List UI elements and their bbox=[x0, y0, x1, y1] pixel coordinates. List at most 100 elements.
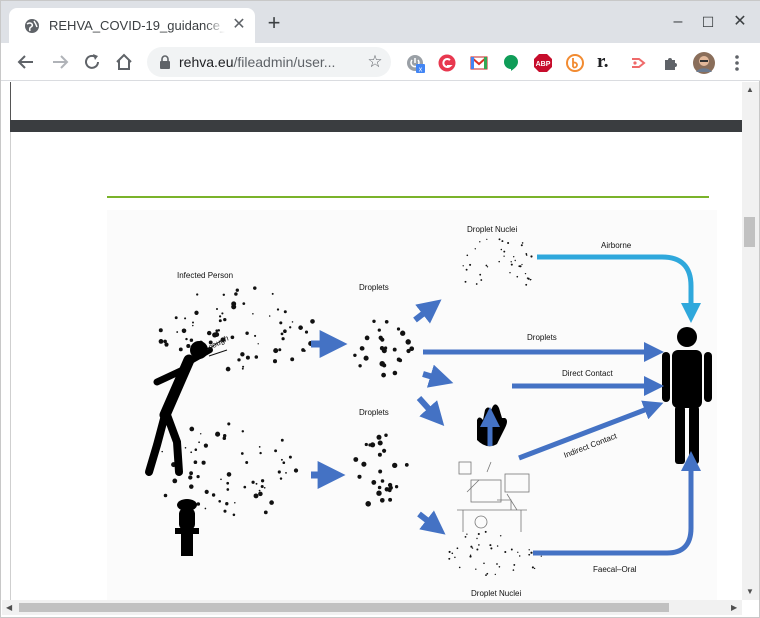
lock-icon[interactable] bbox=[159, 55, 171, 69]
droplet-dot bbox=[223, 509, 227, 513]
new-tab-button[interactable]: + bbox=[265, 12, 283, 34]
tab-rehva-guidance[interactable]: REHVA_COVID-19_guidance_document ✕ bbox=[9, 8, 255, 43]
droplet-dot bbox=[220, 478, 222, 481]
tab-close-icon[interactable]: ✕ bbox=[231, 17, 247, 33]
droplet-dot bbox=[529, 279, 532, 281]
vertical-scrollbar[interactable] bbox=[742, 82, 759, 600]
vertical-scroll-thumb[interactable] bbox=[744, 217, 755, 247]
droplet-dot bbox=[503, 255, 505, 257]
droplet-dot bbox=[521, 242, 524, 244]
scroll-left-arrow-icon[interactable]: ◀ bbox=[6, 603, 12, 613]
droplet-dot bbox=[528, 553, 531, 556]
droplet-dot bbox=[184, 447, 187, 449]
droplet-dot bbox=[272, 359, 278, 364]
droplet-dot bbox=[203, 443, 209, 448]
droplet-dot bbox=[172, 478, 178, 484]
close-window-button[interactable]: ✕ bbox=[731, 13, 749, 31]
droplet-dot bbox=[517, 551, 519, 553]
droplet-dot bbox=[240, 452, 244, 455]
droplet-dot bbox=[379, 360, 385, 367]
bookmark-star-icon[interactable]: ☆ bbox=[365, 52, 385, 72]
scroll-down-arrow-icon[interactable]: ▼ bbox=[746, 587, 754, 597]
droplet-dot bbox=[192, 321, 194, 324]
droplet-dot bbox=[462, 265, 464, 267]
droplet-dot bbox=[486, 572, 489, 575]
droplet-dot bbox=[226, 481, 230, 485]
previous-page-bottom bbox=[10, 82, 742, 120]
droplet-dot bbox=[241, 367, 244, 370]
droplet-dot bbox=[359, 346, 365, 351]
url-text[interactable]: rehva.eu/fileadmin/user... bbox=[179, 54, 359, 70]
droplet-dot bbox=[194, 310, 199, 315]
droplet-dot bbox=[174, 316, 178, 320]
menu-icon[interactable] bbox=[727, 53, 747, 73]
droplet-dot bbox=[253, 286, 257, 290]
pdf-viewport[interactable]: cough bbox=[2, 82, 742, 600]
droplet-dot bbox=[477, 532, 480, 536]
minimize-button[interactable]: – bbox=[669, 13, 687, 31]
cast-icon[interactable] bbox=[629, 53, 649, 73]
droplet-dot bbox=[279, 321, 283, 325]
droplet-dot bbox=[254, 355, 259, 359]
droplet-dot bbox=[388, 497, 393, 502]
reload-icon[interactable] bbox=[81, 51, 103, 73]
globe-icon bbox=[25, 19, 39, 33]
tab-strip: REHVA_COVID-19_guidance_document ✕ + – ☐… bbox=[1, 1, 760, 43]
droplet-dot bbox=[476, 548, 479, 551]
droplet-dot bbox=[510, 261, 512, 263]
droplet-dot bbox=[271, 292, 274, 295]
droplet-dot bbox=[518, 555, 521, 557]
droplet-dot bbox=[458, 566, 461, 569]
label-droplets-route: Droplets bbox=[527, 333, 557, 342]
droplet-dot bbox=[503, 250, 506, 253]
droplet-dot bbox=[361, 461, 367, 467]
label-droplet-nuclei-top: Droplet Nuclei bbox=[467, 225, 517, 234]
droplet-dot bbox=[376, 490, 382, 496]
address-bar[interactable]: rehva.eu/fileadmin/user... ☆ bbox=[147, 47, 391, 77]
droplet-dot bbox=[198, 441, 200, 444]
droplet-dot bbox=[223, 434, 227, 438]
label-direct-contact: Direct Contact bbox=[562, 369, 613, 378]
droplet-dot bbox=[531, 566, 534, 569]
droplet-dot bbox=[364, 442, 368, 447]
grammarly-icon[interactable] bbox=[437, 53, 457, 73]
droplet-dot bbox=[214, 331, 220, 338]
horizontal-scroll-thumb[interactable] bbox=[19, 603, 669, 612]
droplet-dot bbox=[243, 485, 247, 489]
droplet-dot bbox=[504, 550, 507, 554]
droplet-dot bbox=[258, 489, 261, 492]
droplet-dot bbox=[498, 260, 500, 263]
droplet-dot bbox=[509, 272, 511, 274]
profile-avatar[interactable] bbox=[693, 52, 715, 74]
droplet-dot bbox=[405, 339, 411, 345]
adblock-icon[interactable]: ABP bbox=[533, 53, 553, 73]
droplet-dot bbox=[513, 563, 516, 566]
tab-title-fade bbox=[205, 14, 225, 36]
r-icon[interactable]: r. bbox=[597, 51, 617, 72]
scroll-right-arrow-icon[interactable]: ▶ bbox=[731, 603, 737, 613]
droplet-dot bbox=[285, 472, 287, 474]
home-icon[interactable] bbox=[113, 51, 135, 73]
scroll-up-arrow-icon[interactable]: ▲ bbox=[746, 85, 754, 95]
droplet-dot bbox=[223, 317, 227, 322]
forward-arrow-icon[interactable] bbox=[49, 51, 71, 73]
b-icon[interactable] bbox=[565, 53, 585, 73]
droplet-dot bbox=[465, 268, 468, 271]
droplet-dot bbox=[303, 349, 306, 352]
droplet-dot bbox=[278, 348, 282, 352]
hangouts-icon[interactable] bbox=[501, 53, 521, 73]
droplet-dot bbox=[281, 337, 285, 341]
droplet-dot bbox=[241, 430, 245, 433]
droplet-dot bbox=[304, 330, 309, 334]
power-icon[interactable]: x bbox=[405, 53, 425, 73]
droplet-dot bbox=[188, 475, 193, 480]
back-arrow-icon[interactable] bbox=[15, 51, 37, 73]
droplet-dot bbox=[510, 548, 513, 551]
droplet-dot bbox=[189, 471, 193, 476]
droplet-dot bbox=[273, 348, 279, 354]
puzzle-icon[interactable] bbox=[661, 53, 681, 73]
maximize-button[interactable]: ☐ bbox=[699, 13, 717, 31]
droplet-dot bbox=[475, 568, 477, 570]
droplet-dot bbox=[479, 241, 481, 243]
gmail-icon[interactable] bbox=[469, 53, 489, 73]
